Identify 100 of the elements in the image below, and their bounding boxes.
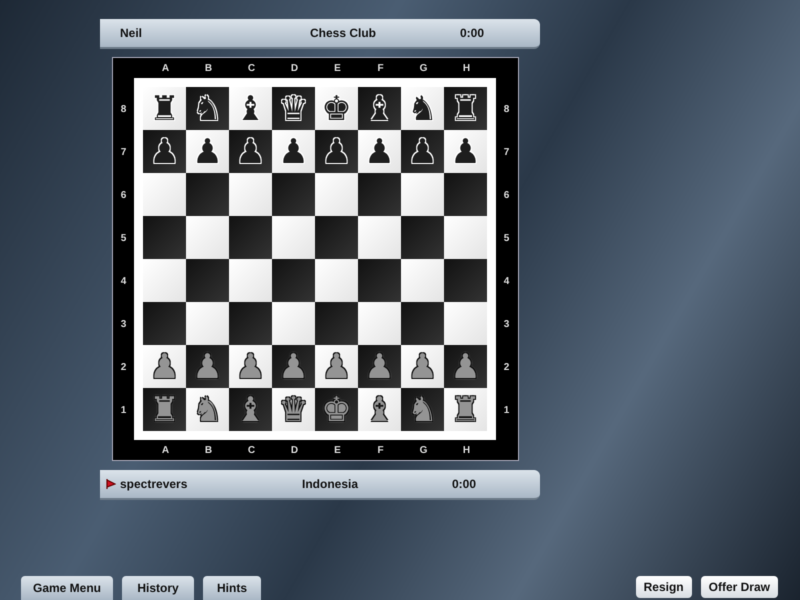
board-square[interactable]: ♟ xyxy=(229,130,272,173)
board-square[interactable]: ♞ xyxy=(401,388,444,431)
board-square[interactable] xyxy=(272,302,315,345)
board-square[interactable]: ♝ xyxy=(229,87,272,130)
board-square[interactable]: ♟ xyxy=(272,130,315,173)
venue-name: Chess Club xyxy=(310,26,378,40)
board-square[interactable] xyxy=(272,173,315,216)
board-square[interactable]: ♜ xyxy=(143,388,186,431)
board-square[interactable] xyxy=(186,173,229,216)
chess-piece[interactable]: ♟ xyxy=(450,134,481,168)
action-button[interactable]: Offer Draw xyxy=(700,576,778,598)
board-square[interactable] xyxy=(186,302,229,345)
board-square[interactable] xyxy=(143,302,186,345)
board-square[interactable]: ♟ xyxy=(315,130,358,173)
rank-label: 1 xyxy=(502,404,510,418)
board-square[interactable] xyxy=(401,302,444,345)
board-square[interactable]: ♝ xyxy=(229,388,272,431)
chess-piece[interactable]: ♜ xyxy=(149,92,180,126)
board-square[interactable] xyxy=(358,216,401,259)
board-square[interactable]: ♟ xyxy=(444,345,487,388)
board-square[interactable]: ♞ xyxy=(186,87,229,130)
board-square[interactable] xyxy=(229,216,272,259)
chess-piece[interactable]: ♛ xyxy=(278,92,309,126)
board-square[interactable]: ♟ xyxy=(444,130,487,173)
chess-piece[interactable]: ♟ xyxy=(364,134,395,168)
board-square[interactable] xyxy=(143,259,186,302)
rank-label: 3 xyxy=(502,318,510,332)
board-square[interactable]: ♚ xyxy=(315,87,358,130)
file-label: A xyxy=(160,62,170,74)
file-label: E xyxy=(333,62,342,74)
action-button[interactable]: Resign xyxy=(636,576,692,598)
chess-piece[interactable]: ♞ xyxy=(192,92,223,126)
board-square[interactable] xyxy=(358,173,401,216)
menu-button[interactable]: Hints xyxy=(203,576,261,600)
chess-piece[interactable]: ♟ xyxy=(278,350,309,384)
menu-button[interactable]: History xyxy=(122,576,194,600)
board-square[interactable]: ♝ xyxy=(358,87,401,130)
chess-piece[interactable]: ♚ xyxy=(321,392,352,426)
board-square[interactable] xyxy=(444,302,487,345)
board-square[interactable]: ♜ xyxy=(143,87,186,130)
chess-piece[interactable]: ♟ xyxy=(192,350,223,384)
board-square[interactable] xyxy=(444,259,487,302)
chess-piece[interactable]: ♝ xyxy=(364,92,395,126)
board-square[interactable] xyxy=(444,216,487,259)
board-square[interactable] xyxy=(401,216,444,259)
board-square[interactable] xyxy=(401,173,444,216)
file-label: D xyxy=(290,62,300,74)
board-square[interactable] xyxy=(444,173,487,216)
board-square[interactable] xyxy=(315,216,358,259)
board-square[interactable] xyxy=(358,259,401,302)
board-square[interactable] xyxy=(229,302,272,345)
file-label: E xyxy=(333,444,342,456)
chess-piece[interactable]: ♜ xyxy=(450,92,481,126)
board-square[interactable] xyxy=(401,259,444,302)
chess-piece[interactable]: ♟ xyxy=(321,134,352,168)
menu-button[interactable]: Game Menu xyxy=(21,576,113,600)
chess-piece[interactable]: ♝ xyxy=(235,392,266,426)
board-square[interactable] xyxy=(143,216,186,259)
board-square[interactable]: ♜ xyxy=(444,87,487,130)
board-square[interactable] xyxy=(315,259,358,302)
board-square[interactable] xyxy=(186,216,229,259)
board-square[interactable] xyxy=(315,173,358,216)
board-square[interactable] xyxy=(229,173,272,216)
chess-piece[interactable]: ♟ xyxy=(278,134,309,168)
board-square[interactable] xyxy=(186,259,229,302)
board-square[interactable] xyxy=(272,216,315,259)
chess-piece[interactable]: ♟ xyxy=(450,350,481,384)
board-square[interactable]: ♟ xyxy=(186,130,229,173)
chess-piece[interactable]: ♟ xyxy=(149,134,180,168)
board-square[interactable]: ♟ xyxy=(143,130,186,173)
board-square[interactable] xyxy=(143,173,186,216)
board-square[interactable]: ♟ xyxy=(272,345,315,388)
board-square[interactable] xyxy=(315,302,358,345)
chess-piece[interactable]: ♟ xyxy=(192,134,223,168)
chess-piece[interactable]: ♜ xyxy=(149,392,180,426)
chess-piece[interactable]: ♞ xyxy=(407,392,438,426)
file-label: G xyxy=(418,62,428,74)
rank-label: 2 xyxy=(502,361,510,375)
board-square[interactable] xyxy=(358,302,401,345)
board-square[interactable]: ♟ xyxy=(186,345,229,388)
board-square[interactable] xyxy=(229,259,272,302)
board-square[interactable]: ♛ xyxy=(272,87,315,130)
board-square[interactable]: ♞ xyxy=(401,87,444,130)
board-square[interactable]: ♟ xyxy=(358,130,401,173)
board-square[interactable]: ♟ xyxy=(401,130,444,173)
file-label: B xyxy=(204,62,214,74)
chess-piece[interactable]: ♟ xyxy=(235,134,266,168)
board-square[interactable]: ♚ xyxy=(315,388,358,431)
chess-piece[interactable]: ♚ xyxy=(321,92,352,126)
file-label: G xyxy=(418,444,428,456)
rank-label: 6 xyxy=(120,189,128,203)
chess-piece[interactable]: ♟ xyxy=(364,350,395,384)
board-square[interactable]: ♟ xyxy=(358,345,401,388)
file-label: F xyxy=(376,444,385,456)
chess-piece[interactable]: ♟ xyxy=(407,134,438,168)
board-square[interactable] xyxy=(272,259,315,302)
rank-label: 5 xyxy=(502,232,510,246)
chess-piece[interactable]: ♞ xyxy=(407,92,438,126)
chess-piece[interactable]: ♝ xyxy=(235,92,266,126)
file-label: H xyxy=(462,444,472,456)
